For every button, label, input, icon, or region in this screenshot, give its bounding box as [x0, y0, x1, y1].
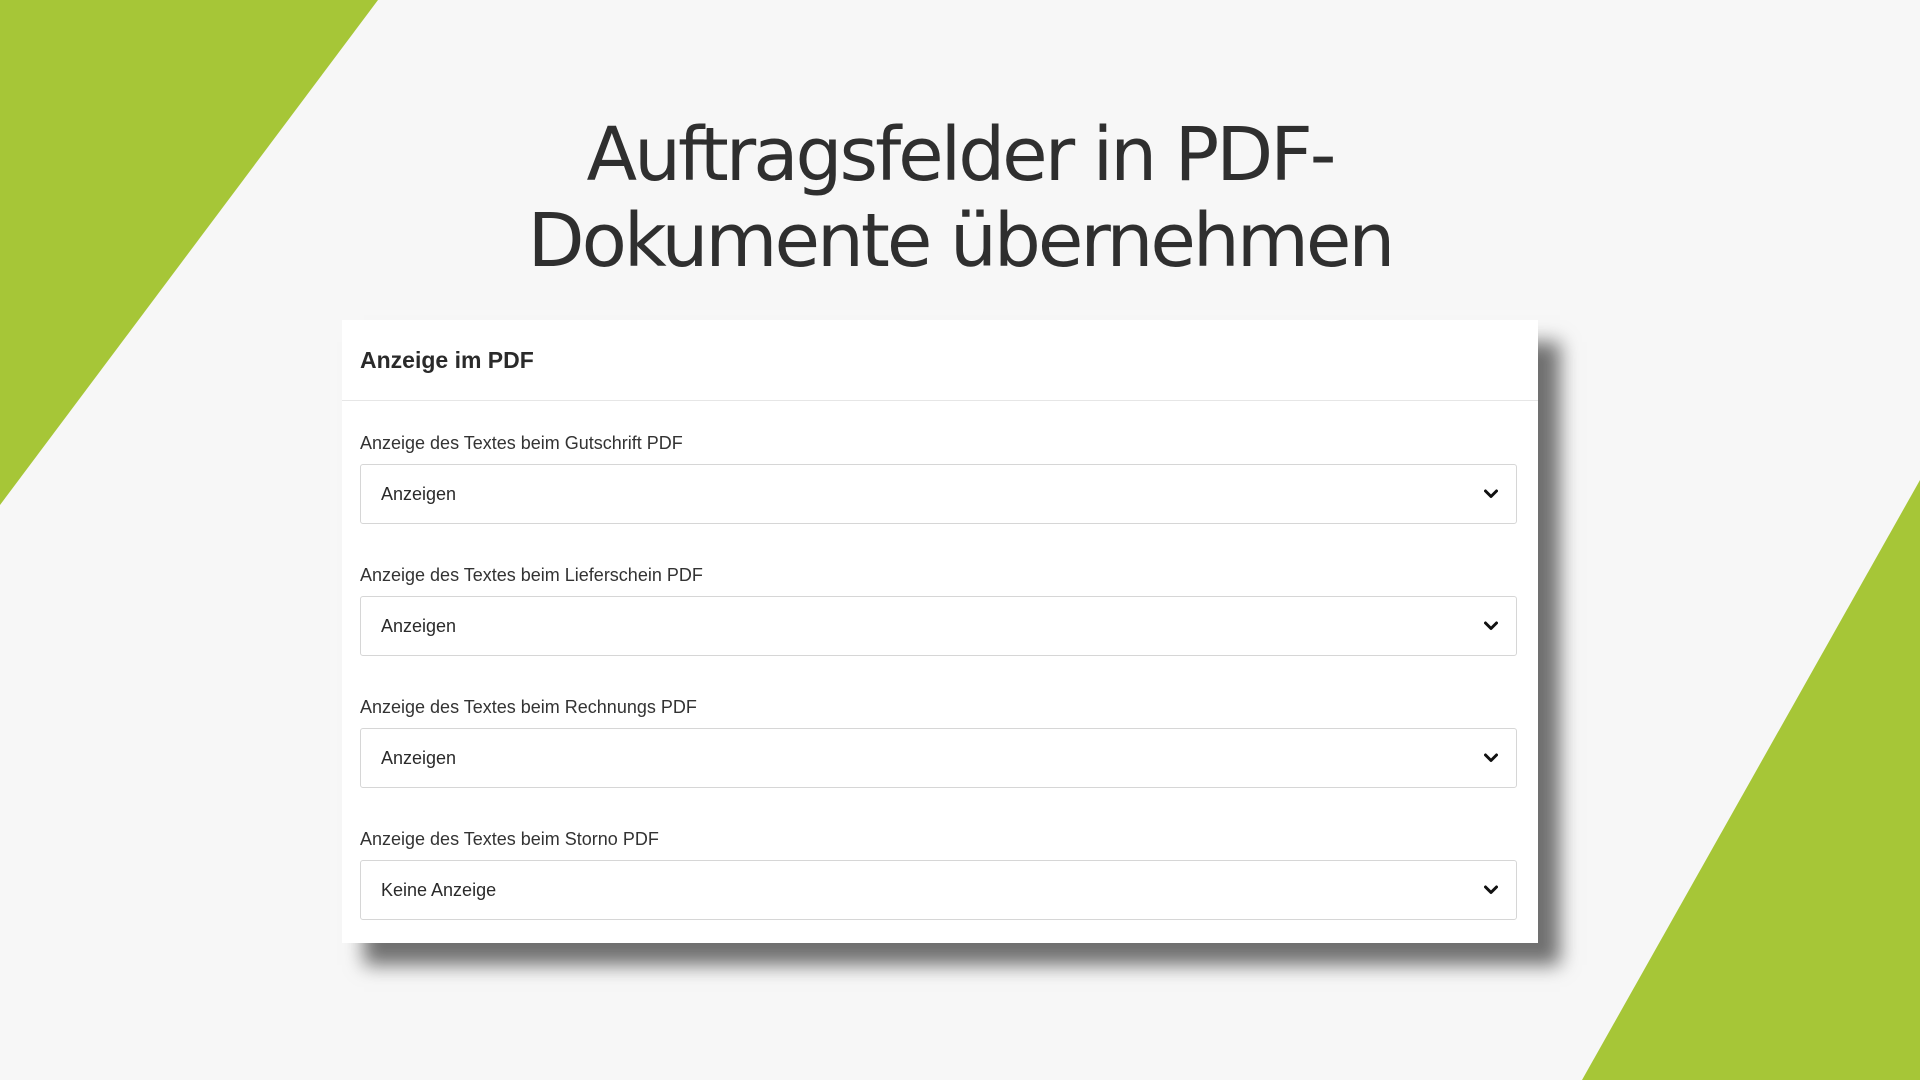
select-value-rechnungs: Anzeigen: [381, 747, 457, 768]
page-title-line-1: Auftragsfelder in PDF-: [586, 112, 1336, 198]
field-label-rechnungs: Anzeige des Textes beim Rechnungs PDF: [360, 697, 697, 717]
field-label-gutschrift: Anzeige des Textes beim Gutschrift PDF: [360, 433, 683, 453]
select-rechnungs-pdf[interactable]: Anzeigen: [360, 728, 1517, 788]
page-title-line-2: Dokumente übernehmen: [527, 198, 1396, 284]
select-lieferschein-pdf[interactable]: Anzeigen: [360, 596, 1517, 656]
field-label-storno: Anzeige des Textes beim Storno PDF: [360, 829, 659, 849]
field-gutschrift-pdf: Anzeige des Textes beim Gutschrift PDF A…: [360, 432, 1517, 524]
field-rechnungs-pdf: Anzeige des Textes beim Rechnungs PDF An…: [360, 696, 1517, 788]
select-value-gutschrift: Anzeigen: [381, 483, 457, 504]
select-storno-pdf[interactable]: Keine Anzeige: [360, 860, 1517, 920]
field-storno-pdf: Anzeige des Textes beim Storno PDF Keine…: [360, 828, 1517, 920]
green-triangle-top-left: [0, 0, 378, 505]
chevron-down-icon: [1484, 489, 1498, 498]
pdf-display-settings-panel: Anzeige im PDF Anzeige des Textes beim G…: [342, 320, 1538, 943]
panel-header: Anzeige im PDF: [342, 320, 1538, 401]
chevron-down-icon: [1484, 621, 1498, 630]
select-value-storno: Keine Anzeige: [381, 879, 497, 900]
green-triangle-bottom-right: [1582, 480, 1920, 1080]
field-lieferschein-pdf: Anzeige des Textes beim Lieferschein PDF…: [360, 564, 1517, 656]
select-value-lieferschein: Anzeigen: [381, 615, 457, 636]
page-title: Auftragsfelder in PDF- Dokumente überneh…: [360, 112, 1560, 284]
chevron-down-icon: [1484, 885, 1498, 894]
select-gutschrift-pdf[interactable]: Anzeigen: [360, 464, 1517, 524]
panel-title: Anzeige im PDF: [360, 346, 534, 373]
chevron-down-icon: [1484, 753, 1498, 762]
field-label-lieferschein: Anzeige des Textes beim Lieferschein PDF: [360, 565, 703, 585]
